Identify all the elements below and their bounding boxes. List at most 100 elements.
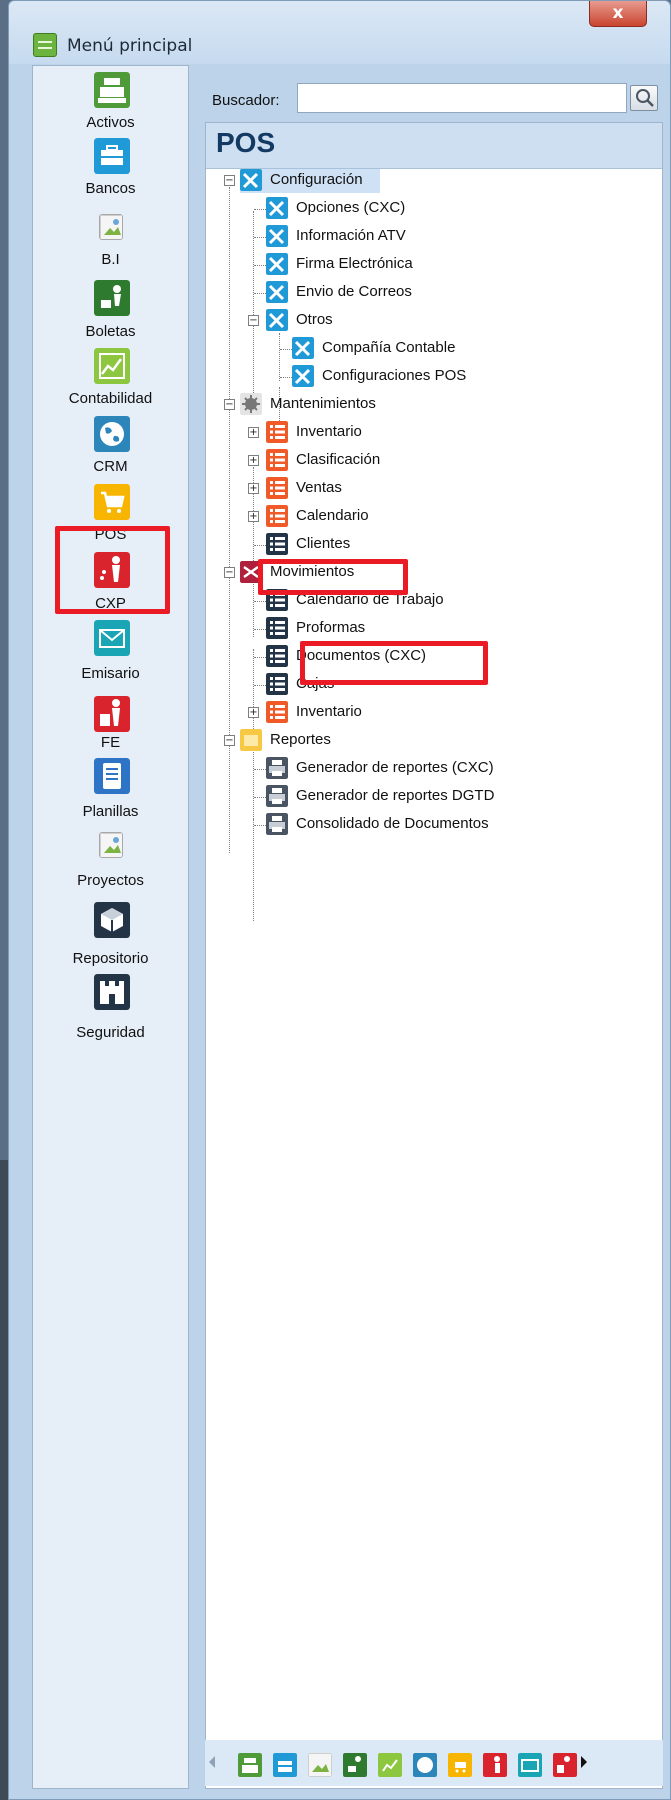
briefcase-icon[interactable] bbox=[273, 1753, 297, 1777]
tree-node-otros[interactable]: Otros bbox=[266, 309, 386, 333]
tree-header: POS bbox=[206, 123, 662, 169]
sidebar-item-fe[interactable]: FE bbox=[33, 696, 188, 752]
printer-icon bbox=[266, 785, 288, 807]
sidebar-item-seguridad[interactable]: Seguridad bbox=[33, 974, 188, 1041]
document-list-icon bbox=[94, 758, 130, 794]
tree-node-ventas[interactable]: Ventas bbox=[266, 477, 386, 501]
tree-node-clasificacion[interactable]: Clasificación bbox=[266, 449, 426, 473]
sidebar-item-label: Bancos bbox=[85, 180, 136, 197]
sidebar-item-label: CRM bbox=[93, 458, 128, 475]
expand-toggle[interactable]: + bbox=[248, 511, 259, 522]
tree-node-calendario[interactable]: Calendario bbox=[266, 505, 406, 529]
tree-node-firma-electronica[interactable]: Firma Electrónica bbox=[266, 253, 466, 277]
sidebar-item-label: B.I bbox=[101, 251, 120, 268]
tree-node-consolidado-documentos[interactable]: Consolidado de Documentos bbox=[266, 813, 566, 837]
fortress-icon bbox=[94, 974, 130, 1010]
sidebar-item-repositorio[interactable]: Repositorio bbox=[33, 902, 188, 968]
tree-line bbox=[254, 657, 266, 658]
sidebar-item-contabilidad[interactable]: Contabilidad bbox=[33, 348, 188, 410]
search-input[interactable] bbox=[297, 83, 627, 113]
tree-node-clientes[interactable]: Clientes bbox=[266, 533, 386, 557]
collapse-toggle[interactable]: − bbox=[224, 567, 235, 578]
tree-node-reportes[interactable]: Reportes bbox=[240, 729, 380, 753]
tree-line bbox=[254, 797, 266, 798]
tree-node-configuraciones-pos[interactable]: Configuraciones POS bbox=[292, 365, 532, 389]
tree-line bbox=[254, 545, 266, 546]
app-menu-icon bbox=[33, 33, 57, 57]
tree-node-generador-reportes-dgtd[interactable]: Generador de reportes DGTD bbox=[266, 785, 566, 809]
list-icon bbox=[266, 421, 288, 443]
sidebar-item-bancos[interactable]: Bancos bbox=[33, 138, 188, 200]
search-icon bbox=[636, 89, 654, 107]
title-bar[interactable]: Menú principal x bbox=[9, 1, 670, 64]
search-button[interactable] bbox=[630, 85, 658, 111]
tree-node-configuracion[interactable]: Configuración bbox=[240, 169, 380, 193]
tree-node-inventario[interactable]: Inventario bbox=[266, 421, 406, 445]
tree-node-mantenimientos[interactable]: Mantenimientos bbox=[240, 393, 440, 417]
person-document-icon[interactable] bbox=[553, 1753, 577, 1777]
shopping-cart-icon[interactable] bbox=[448, 1753, 472, 1777]
globe-icon bbox=[94, 416, 130, 452]
broken-image-icon[interactable] bbox=[308, 1753, 332, 1777]
pos-highlight-box bbox=[55, 526, 170, 614]
tree-node-generador-reportes-cxc[interactable]: Generador de reportes (CXC) bbox=[266, 757, 566, 781]
sidebar-item-label: Repositorio bbox=[72, 950, 149, 967]
tree-node-proformas[interactable]: Proformas bbox=[266, 617, 406, 641]
chart-icon[interactable] bbox=[378, 1753, 402, 1777]
envelope-icon[interactable] bbox=[518, 1753, 542, 1777]
tree-line bbox=[254, 685, 266, 686]
expand-toggle[interactable]: + bbox=[248, 427, 259, 438]
sidebar-item-planillas[interactable]: Planillas bbox=[33, 758, 188, 820]
sidebar-item-activos[interactable]: Activos bbox=[33, 72, 188, 138]
person-cart-icon[interactable] bbox=[343, 1753, 367, 1777]
tree-line bbox=[254, 293, 266, 294]
expand-toggle[interactable]: + bbox=[248, 707, 259, 718]
tree-title: POS bbox=[216, 127, 276, 158]
tree-line bbox=[254, 629, 266, 630]
folder-icon bbox=[240, 729, 262, 751]
close-button[interactable]: x bbox=[589, 1, 647, 27]
wrench-icon bbox=[292, 337, 314, 359]
movimientos-highlight-box bbox=[258, 559, 408, 595]
tree-line bbox=[254, 265, 266, 266]
sidebar-item-label: Activos bbox=[86, 114, 135, 131]
content-panel: Buscador: POS − Configuración Opciones (… bbox=[193, 65, 663, 1789]
list-icon bbox=[266, 701, 288, 723]
sidebar-item-label: Planillas bbox=[82, 803, 139, 820]
collapse-toggle[interactable]: − bbox=[224, 175, 235, 186]
cash-register-icon bbox=[94, 72, 130, 108]
tree-node-compania-contable[interactable]: Compañía Contable bbox=[292, 337, 512, 361]
tree-line bbox=[280, 377, 292, 378]
collapse-toggle[interactable]: − bbox=[248, 315, 259, 326]
sidebar-item-emisario[interactable]: Emisario bbox=[33, 620, 188, 682]
sidebar-item-crm[interactable]: CRM bbox=[33, 416, 188, 478]
sidebar-item-boletas[interactable]: Boletas bbox=[33, 280, 188, 342]
broken-image-icon bbox=[99, 832, 123, 858]
money-person-icon[interactable] bbox=[483, 1753, 507, 1777]
tree-node-inventario-movimientos[interactable]: Inventario bbox=[266, 701, 406, 725]
list-icon bbox=[266, 449, 288, 471]
sidebar-item-label: Boletas bbox=[85, 323, 136, 340]
sidebar-item-proyectos[interactable]: Proyectos bbox=[33, 832, 188, 892]
tree-node-informacion-atv[interactable]: Información ATV bbox=[266, 225, 466, 249]
expand-toggle[interactable]: + bbox=[248, 455, 259, 466]
list-dark-icon bbox=[266, 617, 288, 639]
tree-node-opciones-cxc[interactable]: Opciones (CXC) bbox=[266, 197, 466, 221]
globe-icon[interactable] bbox=[413, 1753, 437, 1777]
chart-icon bbox=[94, 348, 130, 384]
sidebar-item-label: Seguridad bbox=[76, 1024, 145, 1041]
collapse-toggle[interactable]: − bbox=[224, 399, 235, 410]
scroll-left-icon[interactable] bbox=[209, 1756, 215, 1768]
scroll-right-icon[interactable] bbox=[581, 1756, 587, 1768]
tree-node-envio-correos[interactable]: Envio de Correos bbox=[266, 281, 466, 305]
envelope-icon bbox=[94, 620, 130, 656]
expand-toggle[interactable]: + bbox=[248, 483, 259, 494]
tree-line bbox=[254, 825, 266, 826]
tree-line bbox=[280, 349, 292, 350]
tree-line bbox=[229, 187, 230, 853]
menu-tree-panel: POS − Configuración Opciones (CXC) Infor… bbox=[205, 122, 663, 1789]
sidebar-item-bi[interactable]: B.I bbox=[33, 214, 188, 272]
collapse-toggle[interactable]: − bbox=[224, 735, 235, 746]
cash-register-icon[interactable] bbox=[238, 1753, 262, 1777]
wrench-icon bbox=[292, 365, 314, 387]
